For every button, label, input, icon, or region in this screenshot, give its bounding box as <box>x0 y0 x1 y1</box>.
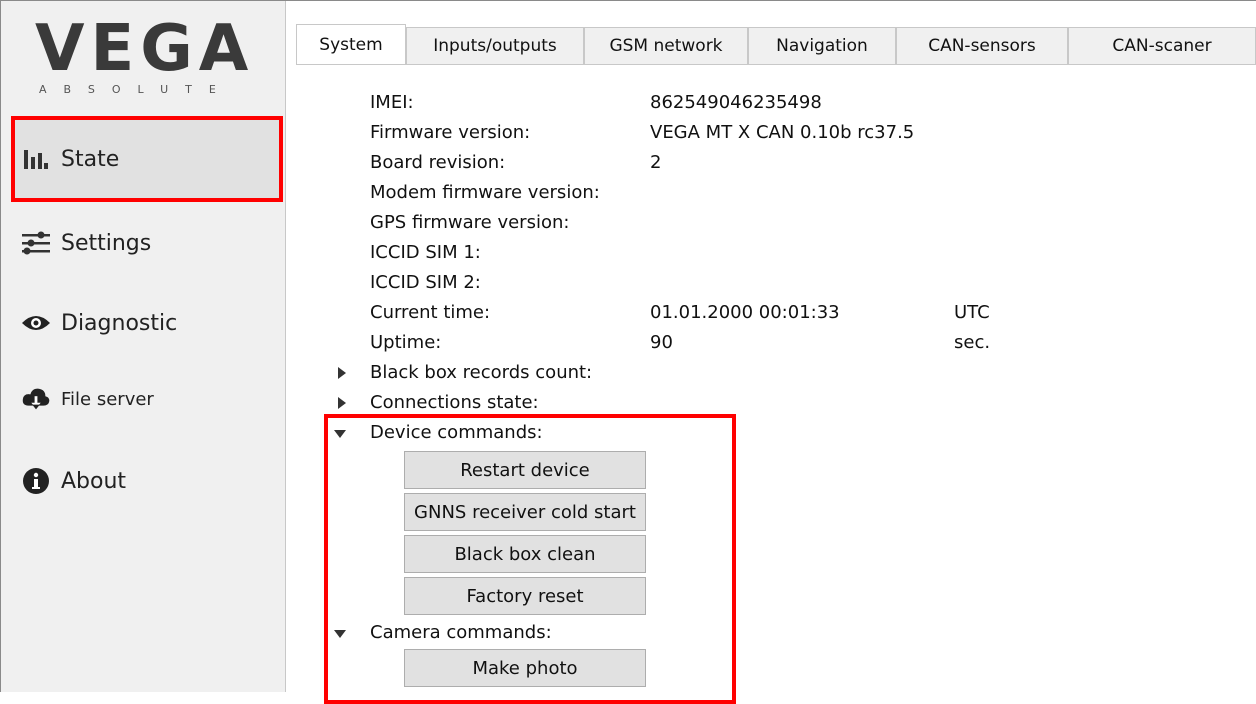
sliders-icon <box>21 228 51 258</box>
field-value-current-time: 01.01.2000 00:01:33 <box>650 302 840 323</box>
field-value-uptime: 90 <box>650 332 673 353</box>
sidebar-item-label: File server <box>61 388 154 410</box>
sidebar: VEGA ABSOLUTE State Settings Diagnostic <box>1 1 286 692</box>
field-label-iccid-sim2: ICCID SIM 2: <box>370 272 481 293</box>
field-label-iccid-sim1: ICCID SIM 1: <box>370 242 481 263</box>
tab-inputs-outputs[interactable]: Inputs/outputs <box>406 27 584 64</box>
eye-icon <box>21 308 51 338</box>
highlight-box-state <box>11 116 283 202</box>
tab-navigation[interactable]: Navigation <box>748 27 896 64</box>
expand-arrow-icon[interactable] <box>338 397 346 409</box>
tab-gsm-network[interactable]: GSM network <box>584 27 748 64</box>
group-black-box[interactable]: Black box records count: <box>370 361 592 385</box>
sidebar-item-file-server[interactable]: File server <box>13 359 283 439</box>
field-label-gps-firmware: GPS firmware version: <box>370 212 570 233</box>
field-label-current-time: Current time: <box>370 302 491 323</box>
cloud-download-icon <box>21 384 51 414</box>
group-connections[interactable]: Connections state: <box>370 391 539 415</box>
tab-can-scaner[interactable]: CAN-scaner <box>1068 27 1256 64</box>
field-label-imei: IMEI: <box>370 92 414 113</box>
expand-arrow-icon[interactable] <box>338 367 346 379</box>
field-value-firmware: VEGA MT X CAN 0.10b rc37.5 <box>650 122 915 143</box>
logo-wordmark: VEGA <box>35 12 255 86</box>
info-icon <box>21 466 51 496</box>
app-window: VEGA ABSOLUTE State Settings Diagnostic <box>0 0 1256 704</box>
field-label-firmware: Firmware version: <box>370 122 531 143</box>
sidebar-item-settings[interactable]: Settings <box>13 203 283 283</box>
field-label-modem-firmware: Modem firmware version: <box>370 182 600 203</box>
sidebar-item-label: Settings <box>61 230 152 256</box>
tab-can-sensors[interactable]: CAN-sensors <box>896 27 1068 64</box>
sidebar-item-diagnostic[interactable]: Diagnostic <box>13 283 283 363</box>
sidebar-item-about[interactable]: About <box>13 441 283 521</box>
field-label-uptime: Uptime: <box>370 332 442 353</box>
sidebar-item-label: About <box>61 468 127 494</box>
sidebar-item-label: Diagnostic <box>61 310 178 336</box>
field-value-imei: 862549046235498 <box>650 92 822 113</box>
tab-system[interactable]: System <box>296 24 406 65</box>
logo-subtitle: ABSOLUTE <box>39 83 233 96</box>
vega-logo: VEGA ABSOLUTE <box>35 12 265 101</box>
field-value-board-revision: 2 <box>650 152 662 173</box>
field-label-board-revision: Board revision: <box>370 152 506 173</box>
highlight-box-commands <box>324 414 736 704</box>
field-unit-uptime: sec. <box>954 332 991 353</box>
field-unit-current-time: UTC <box>954 302 990 323</box>
